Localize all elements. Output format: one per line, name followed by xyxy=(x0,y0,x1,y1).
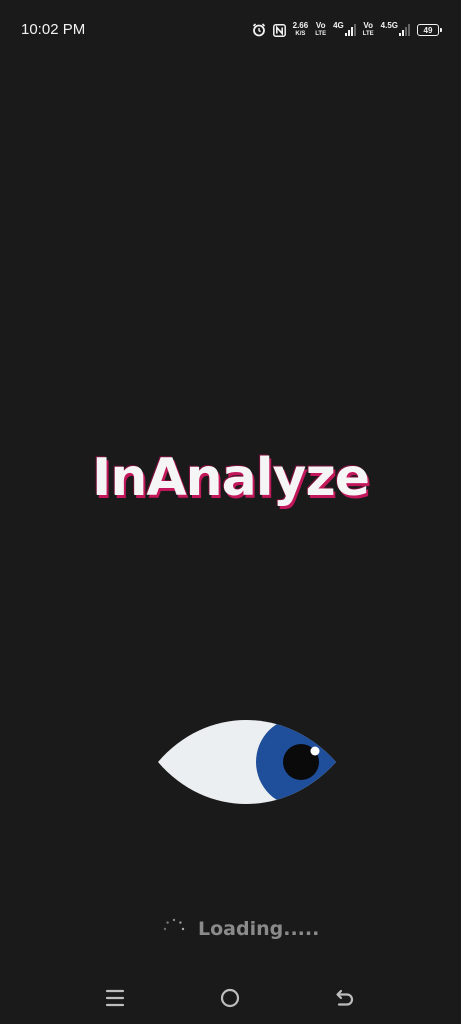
home-icon[interactable] xyxy=(218,986,242,1010)
loading-text: Loading..... xyxy=(198,918,320,940)
recent-apps-icon[interactable] xyxy=(103,986,127,1010)
splash-screen: 10:02 PM 2.66 K/S Vo LTE 4G Vo LTE 4.5G … xyxy=(0,0,461,1024)
sim1-volte: Vo LTE xyxy=(315,21,327,38)
loading-indicator: Loading..... xyxy=(162,916,319,942)
status-time: 10:02 PM xyxy=(21,21,86,38)
sim2-volte: Vo LTE xyxy=(362,21,374,38)
network-speed: 2.66 K/S xyxy=(292,21,309,38)
status-bar: 10:02 PM 2.66 K/S Vo LTE 4G Vo LTE 4.5G … xyxy=(0,0,461,60)
eye-illustration-icon xyxy=(158,720,336,804)
nfc-icon xyxy=(272,23,286,37)
status-icons: 2.66 K/S Vo LTE 4G Vo LTE 4.5G 49 xyxy=(252,20,442,40)
sim2-network-type: 4.5G xyxy=(380,21,398,30)
back-icon[interactable] xyxy=(333,986,357,1010)
signal-bars-icon xyxy=(399,24,410,36)
battery-icon: 49 xyxy=(417,24,442,36)
sim1-signal: 4G xyxy=(333,22,356,38)
sim2-signal: 4.5G xyxy=(381,22,410,38)
alarm-icon xyxy=(252,23,266,37)
sim1-network-type: 4G xyxy=(333,21,344,30)
battery-level: 49 xyxy=(423,25,433,35)
navigation-bar xyxy=(0,978,461,1018)
app-logo-title: InAnalyze xyxy=(92,448,370,508)
signal-bars-icon xyxy=(344,24,356,36)
spinner-icon xyxy=(163,918,185,931)
